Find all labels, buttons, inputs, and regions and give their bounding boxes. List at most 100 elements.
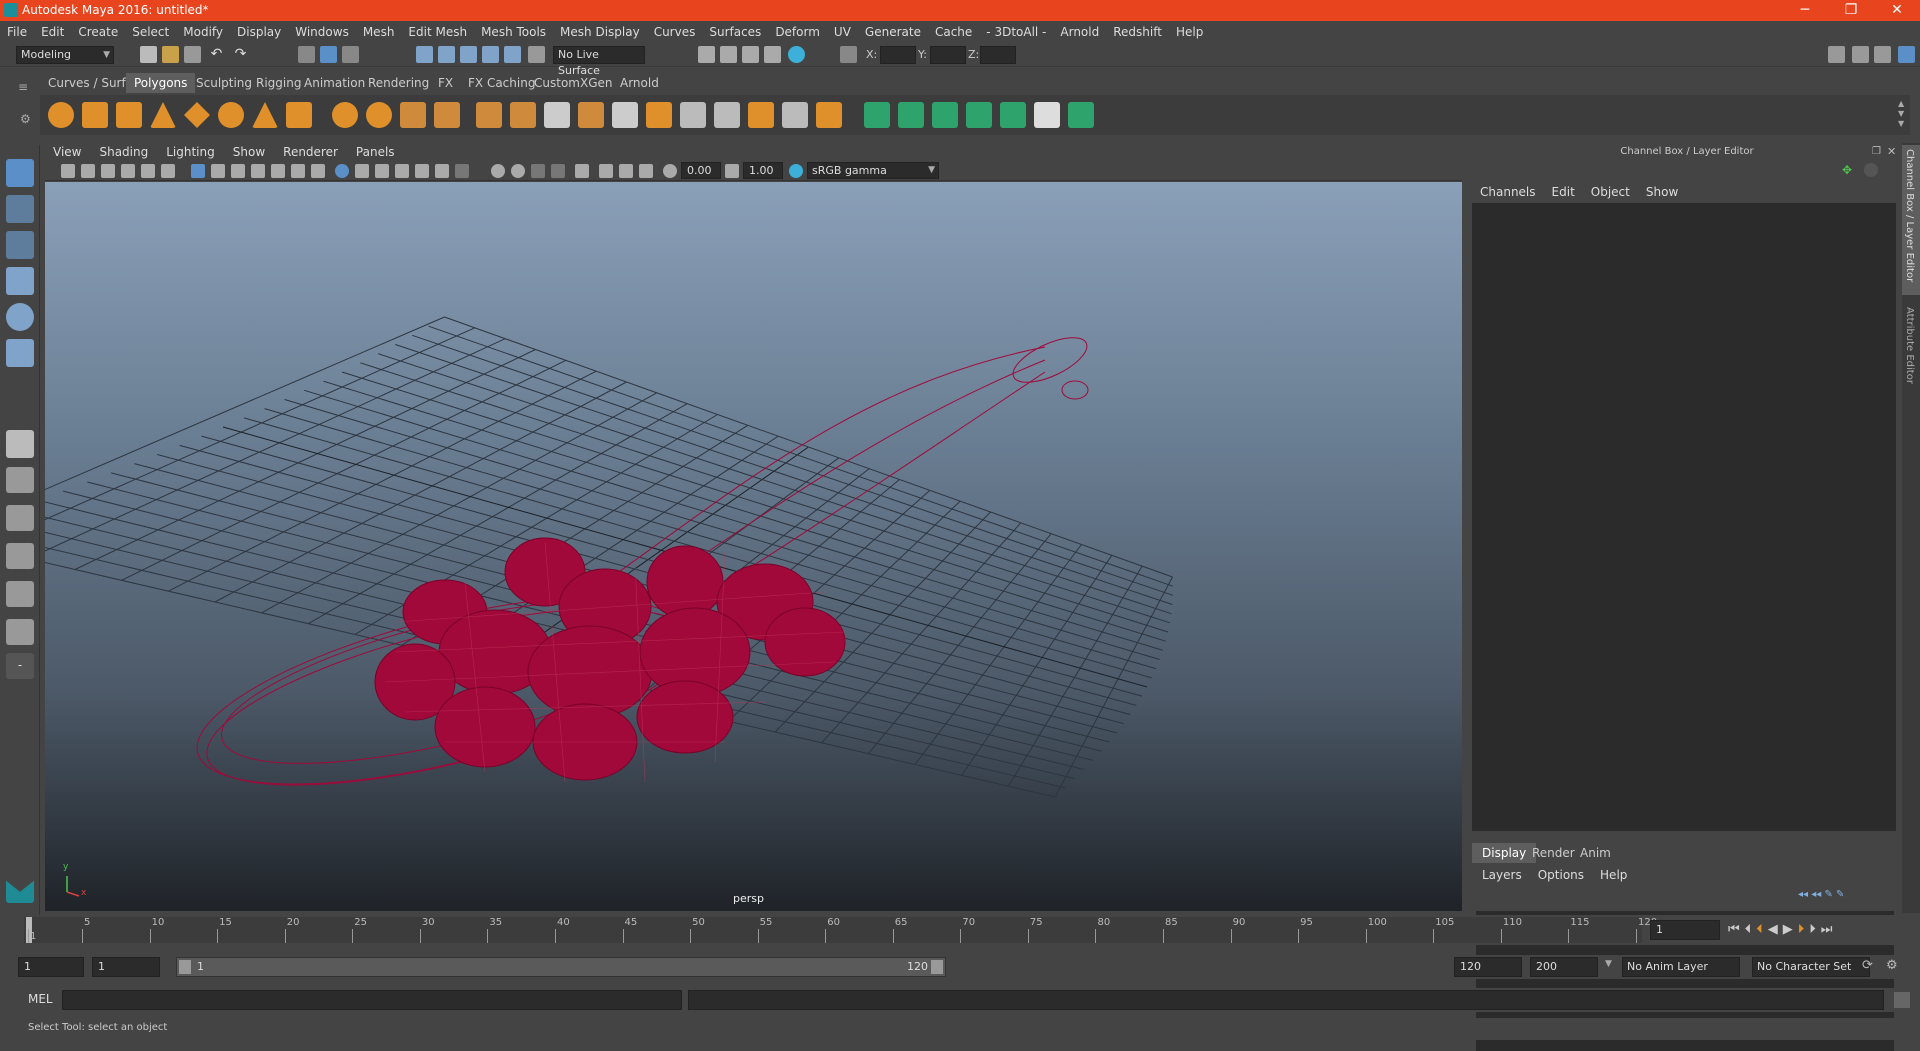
view-transform-selector[interactable]: sRGB gamma ▼ [807, 162, 939, 179]
combine-icon[interactable] [332, 102, 358, 128]
smooth-shade-icon[interactable] [355, 164, 369, 178]
gamma-input[interactable]: 1.00 [743, 162, 783, 179]
mirror-geometry-icon[interactable] [400, 102, 426, 128]
poly-torus-icon[interactable] [218, 102, 244, 128]
close-button[interactable]: ✕ [1874, 0, 1920, 21]
xray-components-icon[interactable] [639, 164, 653, 178]
go-to-start-icon[interactable]: ⏮ [1728, 922, 1745, 937]
manipulator-icon[interactable]: ✥ [1842, 163, 1856, 177]
minimize-button[interactable]: ─ [1782, 0, 1828, 21]
fit-icon[interactable] [1068, 102, 1094, 128]
menu-mesh[interactable]: Mesh [356, 21, 402, 43]
hypershade-icon[interactable] [764, 46, 781, 63]
menu-cache[interactable]: Cache [928, 21, 979, 43]
raisins-wireframe[interactable] [374, 537, 846, 781]
select-component-icon[interactable] [342, 46, 359, 63]
playback-end-input[interactable]: 120 [1454, 957, 1522, 977]
grease-pencil-icon[interactable] [161, 164, 175, 178]
arnold-render-icon[interactable] [788, 46, 805, 63]
viewport-menu-shading[interactable]: Shading [91, 143, 158, 161]
automatic-mapping-icon[interactable] [816, 102, 842, 128]
perspective-viewport[interactable]: y x persp [45, 182, 1462, 911]
grid-toggle-icon[interactable] [191, 164, 205, 178]
persp-graph-layout-icon[interactable] [6, 581, 34, 607]
layout-more-icon[interactable]: - [6, 653, 34, 679]
fill-hole-icon[interactable] [646, 102, 672, 128]
exposure-icon[interactable] [663, 164, 677, 178]
chevron-down-icon[interactable]: ▼ [1605, 959, 1612, 969]
menu-file[interactable]: File [0, 21, 34, 43]
play-forward-icon[interactable]: ▶ [1783, 922, 1798, 937]
shelf-tab-rendering[interactable]: Rendering [360, 73, 437, 93]
float-panel-icon[interactable]: ❐ [1872, 146, 1881, 157]
select-camera-icon[interactable] [61, 164, 75, 178]
anim-layer-selector[interactable]: No Anim Layer▼ [1622, 957, 1759, 977]
default-material-icon[interactable] [375, 164, 389, 178]
lock-channels-icon[interactable] [1864, 163, 1878, 177]
undo-icon[interactable]: ↶ [208, 46, 225, 63]
planar-mapping-icon[interactable] [748, 102, 774, 128]
animation-end-input[interactable]: 200 [1530, 957, 1598, 977]
render-frame-icon[interactable] [698, 46, 715, 63]
new-layer-icon[interactable]: ✎ [1824, 889, 1836, 900]
checker-icon[interactable] [1034, 102, 1060, 128]
step-back-key-icon[interactable]: ⏴ [1756, 922, 1768, 937]
select-hierarchy-icon[interactable] [298, 46, 315, 63]
new-layer-selected-icon[interactable]: ✎ [1836, 889, 1844, 900]
range-slider[interactable]: 1 120 [176, 957, 946, 977]
shelf-settings-icon[interactable]: ⚙ [20, 112, 32, 126]
xray-icon[interactable] [599, 164, 613, 178]
exposure-input[interactable]: 0.00 [681, 162, 721, 179]
shelf-menu-icon[interactable]: ≡ [18, 80, 32, 94]
select-tool-icon[interactable] [6, 159, 34, 187]
z-input[interactable] [980, 46, 1016, 64]
transform-input-icon[interactable] [840, 46, 857, 63]
lasso-tool-icon[interactable] [6, 195, 34, 223]
tool-settings-toggle-icon[interactable] [1874, 46, 1891, 63]
magnet-icon[interactable] [528, 46, 545, 63]
2d-pan-zoom-icon[interactable] [141, 164, 155, 178]
range-start-handle[interactable] [179, 960, 191, 974]
poly-pipe-icon[interactable] [286, 102, 312, 128]
redo-icon[interactable]: ↷ [232, 46, 249, 63]
persp-outliner-layout-icon[interactable] [6, 543, 34, 569]
multi-cut-icon[interactable] [544, 102, 570, 128]
new-scene-icon[interactable] [140, 46, 157, 63]
bevel-icon[interactable] [578, 102, 604, 128]
append-polygon-icon[interactable] [714, 102, 740, 128]
viewport-menu-view[interactable]: View [45, 143, 91, 161]
bridge-icon[interactable] [510, 102, 536, 128]
isolate-select-icon[interactable] [575, 164, 589, 178]
script-editor-icon[interactable] [1894, 992, 1910, 1008]
live-surface-field[interactable]: No Live Surface [553, 46, 645, 77]
snap-view-plane-icon[interactable] [482, 46, 499, 63]
layer-menu-help[interactable]: Help [1590, 866, 1633, 884]
image-plane-icon[interactable] [121, 164, 135, 178]
hypershade-layout-icon[interactable] [6, 619, 34, 645]
use-all-lights-icon[interactable] [435, 164, 449, 178]
close-panel-icon[interactable]: ✕ [1887, 145, 1896, 158]
motion-blur-icon[interactable] [511, 164, 525, 178]
menu-create[interactable]: Create [71, 21, 125, 43]
poly-plane-icon[interactable] [184, 102, 210, 128]
playback-start-input[interactable]: 1 [92, 957, 160, 977]
channel-box-menu-show[interactable]: Show [1638, 183, 1686, 201]
screen-space-ao-icon[interactable] [491, 164, 505, 178]
snap-curve-icon[interactable] [438, 46, 455, 63]
menu-redshift[interactable]: Redshift [1106, 21, 1169, 43]
snap-grid-icon[interactable] [416, 46, 433, 63]
auto-key-icon[interactable]: ⟳ [1862, 958, 1878, 974]
play-backward-icon[interactable]: ◀ [1768, 922, 1783, 937]
select-object-icon[interactable] [320, 46, 337, 63]
menu-help[interactable]: Help [1169, 21, 1210, 43]
poly-cone-icon[interactable] [150, 102, 176, 128]
animation-preferences-icon[interactable]: ⚙ [1886, 958, 1902, 974]
bookmarks-icon[interactable] [101, 164, 115, 178]
snap-point-icon[interactable] [460, 46, 477, 63]
menu-generate[interactable]: Generate [858, 21, 928, 43]
menu-edit-mesh[interactable]: Edit Mesh [401, 21, 474, 43]
attribute-editor-toggle-icon[interactable] [1852, 46, 1869, 63]
render-settings-icon[interactable] [742, 46, 759, 63]
menu-windows[interactable]: Windows [288, 21, 356, 43]
paint-select-tool-icon[interactable] [6, 231, 34, 259]
